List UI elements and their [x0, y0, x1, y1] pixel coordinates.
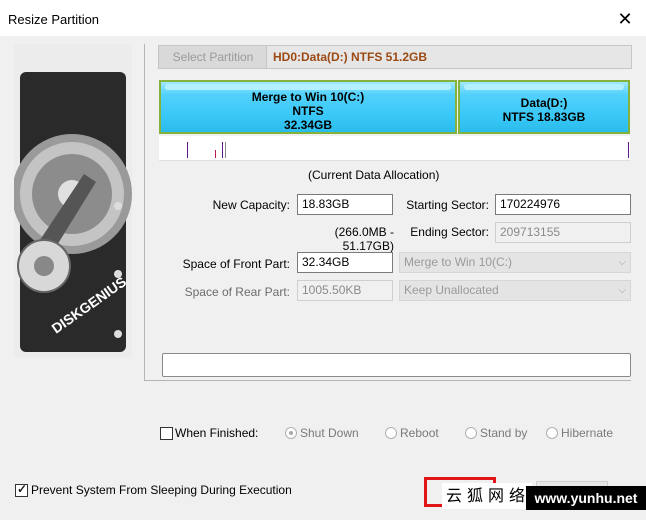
- front-part-input[interactable]: 32.34GB: [297, 252, 393, 273]
- partition-data-d[interactable]: Data(D:) NTFS 18.83GB: [458, 80, 630, 134]
- capacity-range: (266.0MB - 51.17GB): [334, 225, 394, 253]
- radio-reboot[interactable]: [385, 427, 397, 439]
- prevent-sleep-checkbox[interactable]: ✓: [15, 482, 28, 497]
- vertical-divider: [144, 44, 145, 380]
- when-finished-checkbox[interactable]: [160, 427, 173, 440]
- prevent-sleep-label: Prevent System From Sleeping During Exec…: [31, 483, 292, 497]
- front-part-label: Space of Front Part:: [182, 257, 290, 271]
- when-finished-label: When Finished:: [175, 426, 259, 440]
- title-bar: Resize Partition ✕: [0, 0, 646, 36]
- hibernate-label: Hibernate: [561, 426, 614, 440]
- close-icon[interactable]: ✕: [612, 6, 638, 32]
- partition-fs-size: NTFS 18.83GB: [502, 110, 586, 124]
- reboot-label: Reboot: [400, 426, 439, 440]
- shut-down-label: Shut Down: [300, 426, 359, 440]
- allocation-mark: [222, 142, 223, 158]
- radio-shut-down[interactable]: [285, 427, 297, 439]
- hard-disk-illustration: DISKGENIUS: [14, 44, 132, 357]
- partition-fs: NTFS: [292, 104, 324, 118]
- rear-part-action-select[interactable]: Keep Unallocated ⌵: [399, 280, 631, 301]
- front-part-action-value: Merge to Win 10(C:): [404, 255, 513, 269]
- stand-by-label: Stand by: [480, 426, 528, 440]
- allocation-caption: (Current Data Allocation): [308, 168, 440, 182]
- ending-sector-label: Ending Sector:: [410, 225, 489, 239]
- disk-label: HD0:Data(D:) NTFS 51.2GB: [273, 50, 428, 64]
- starting-sector-input[interactable]: 170224976: [495, 194, 631, 215]
- rear-part-action-value: Keep Unallocated: [404, 283, 499, 297]
- radio-hibernate[interactable]: [546, 427, 558, 439]
- watermark-en: www.yunhu.net: [526, 486, 646, 510]
- allocation-mark: [628, 142, 629, 158]
- chevron-down-icon: ⌵: [618, 285, 626, 296]
- rear-part-input: 1005.50KB: [297, 280, 393, 301]
- partition-name: Data(D:): [520, 96, 568, 110]
- window-title: Resize Partition: [8, 12, 100, 27]
- watermark-cn: 云狐网络: [442, 483, 532, 509]
- partition-name: Merge to Win 10(C:): [251, 90, 365, 104]
- partition-size: 32.34GB: [283, 118, 333, 132]
- rear-part-label: Space of Rear Part:: [184, 285, 290, 299]
- checkmark-icon: ✓: [17, 482, 28, 496]
- partition-merge-to-win10[interactable]: Merge to Win 10(C:) NTFS 32.34GB: [159, 80, 457, 134]
- chevron-down-icon: ⌵: [618, 257, 626, 268]
- data-allocation-map: [159, 136, 630, 161]
- select-partition-button[interactable]: Select Partition: [158, 45, 268, 69]
- front-part-action-select[interactable]: Merge to Win 10(C:) ⌵: [399, 252, 631, 273]
- ending-sector-input: 209713155: [495, 222, 631, 243]
- diskgenius-logo-image: DISKGENIUS: [14, 44, 132, 357]
- allocation-mark: [215, 150, 216, 158]
- allocation-mark: [225, 142, 226, 158]
- allocation-mark: [187, 142, 188, 158]
- radio-stand-by[interactable]: [465, 427, 477, 439]
- disk-info-bar: HD0:Data(D:) NTFS 51.2GB: [266, 45, 632, 69]
- horizontal-divider: [144, 380, 631, 381]
- new-capacity-label: New Capacity:: [212, 198, 290, 212]
- new-capacity-input[interactable]: 18.83GB: [297, 194, 393, 215]
- starting-sector-label: Starting Sector:: [406, 198, 489, 212]
- progress-bar: [162, 353, 631, 377]
